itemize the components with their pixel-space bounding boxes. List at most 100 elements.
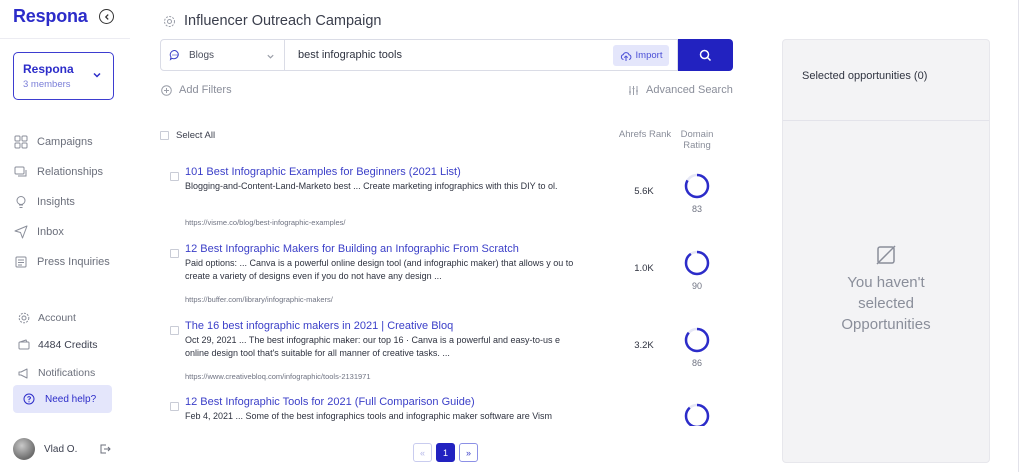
advanced-search-button[interactable]: Advanced Search: [628, 84, 733, 96]
result-snippet: Blogging-and-Content-Land-Marketo best .…: [185, 181, 558, 191]
main-nav: Campaigns Relationships Insights Inbox P…: [14, 127, 124, 277]
page-title: Influencer Outreach Campaign: [163, 13, 381, 29]
send-icon: [14, 225, 28, 239]
sidebar-item-insights[interactable]: Insights: [14, 187, 124, 217]
select-all[interactable]: Select All: [160, 130, 215, 141]
page-button-current[interactable]: 1: [436, 443, 455, 462]
bulb-icon: [16, 196, 26, 208]
column-header-domain-rating[interactable]: Domain Rating: [668, 129, 726, 151]
bottom-nav: Account 4484 Credits Notifications: [18, 304, 128, 387]
chat-icon: [14, 166, 27, 177]
result-url[interactable]: https://visme.co/blog/best-infographic-e…: [185, 218, 346, 227]
search-bar: Blogs best infographic tools Import: [160, 39, 733, 71]
collapse-sidebar-icon[interactable]: [99, 9, 114, 24]
megaphone-icon: [18, 368, 28, 379]
credits-link[interactable]: 4484 Credits: [18, 332, 128, 360]
need-help-button[interactable]: Need help?: [13, 385, 112, 413]
ring-progress: [684, 403, 710, 426]
result-row: 12 Best Infographic Tools for 2021 (Full…: [130, 396, 730, 426]
source-value: Blogs: [189, 49, 215, 61]
search-button[interactable]: [678, 39, 733, 71]
app-logo[interactable]: Respona: [13, 6, 88, 27]
result-row: 101 Best Infographic Examples for Beginn…: [130, 166, 730, 242]
domain-rating-ring: [684, 250, 710, 276]
sidebar-item-campaigns[interactable]: Campaigns: [14, 127, 124, 157]
chevron-down-icon: [93, 72, 101, 78]
help-icon: [23, 393, 35, 405]
pagination: « 1 »: [413, 443, 482, 462]
domain-rating-ring: [684, 173, 710, 199]
cloud-upload-icon: [620, 51, 631, 61]
sidebar-item-press-inquiries[interactable]: Press Inquiries: [14, 247, 124, 277]
advanced-search-label: Advanced Search: [646, 84, 733, 96]
import-label: Import: [635, 50, 663, 61]
gear-icon[interactable]: [163, 15, 176, 28]
prev-page-button[interactable]: «: [413, 443, 432, 462]
result-url[interactable]: https://www.creativebloq.com/infographic…: [185, 372, 371, 381]
wallet-icon: [18, 339, 30, 350]
ahrefs-rank-value: 1.0K: [634, 263, 654, 274]
sidebar-item-inbox[interactable]: Inbox: [14, 217, 124, 247]
domain-rating-value: 90: [691, 281, 702, 291]
help-label: Need help?: [45, 393, 97, 405]
ahrefs-rank-value: 3.2K: [634, 340, 654, 351]
result-checkbox[interactable]: [170, 326, 179, 335]
sidebar-item-label: Inbox: [37, 226, 64, 238]
no-selection-icon: [876, 245, 896, 265]
sidebar-item-label: Relationships: [37, 166, 104, 178]
empty-state: You haven't selected Opportunities: [783, 244, 989, 335]
selected-opportunities-title: Selected opportunities (0): [802, 70, 928, 82]
logout-icon[interactable]: [99, 443, 111, 455]
ring-progress: [684, 250, 710, 276]
result-snippet: Feb 4, 2021 ... Some of the best infogra…: [185, 411, 553, 421]
sidebar-item-label: Insights: [37, 196, 75, 208]
add-filters-label: Add Filters: [179, 84, 232, 96]
add-filters-button[interactable]: Add Filters: [161, 84, 232, 96]
result-checkbox[interactable]: [170, 172, 179, 181]
chat-bubble-icon: [169, 50, 179, 61]
domain-rating-value: 86: [691, 358, 702, 368]
domain-rating-ring: [684, 327, 710, 353]
column-header-ahrefs-rank[interactable]: Ahrefs Rank: [616, 129, 674, 141]
newspaper-icon: [15, 256, 27, 268]
sidebar-item-relationships[interactable]: Relationships: [14, 157, 124, 187]
grid-icon: [14, 135, 28, 149]
next-page-button[interactable]: »: [459, 443, 478, 462]
notifications-link[interactable]: Notifications: [18, 359, 128, 387]
notifications-label: Notifications: [38, 366, 96, 379]
campaign-title: Influencer Outreach Campaign: [184, 13, 382, 29]
source-select[interactable]: Blogs: [160, 39, 285, 71]
divider: [783, 120, 989, 121]
team-switcher[interactable]: Respona 3 members: [13, 52, 114, 100]
divider: [0, 38, 130, 39]
main-content: Influencer Outreach Campaign Blogs best …: [130, 0, 770, 472]
team-members: 3 members: [23, 79, 71, 90]
sidebar-item-label: Press Inquiries: [37, 256, 110, 268]
result-checkbox[interactable]: [170, 249, 179, 258]
sliders-icon: [629, 85, 638, 95]
domain-rating-ring: [684, 403, 710, 426]
account-label: Account: [38, 311, 76, 324]
account-link[interactable]: Account: [18, 304, 128, 332]
result-row: The 16 best infographic makers in 2021 |…: [130, 320, 730, 396]
result-title-link[interactable]: The 16 best infographic makers in 2021 |…: [185, 320, 453, 332]
plus-circle-icon: [161, 84, 172, 96]
avatar: [13, 438, 35, 460]
result-snippet: Oct 29, 2021 ... The best infographic ma…: [185, 335, 561, 358]
select-all-checkbox[interactable]: [160, 131, 169, 140]
search-input[interactable]: best infographic tools Import: [285, 39, 678, 71]
user-profile[interactable]: Vlad O.: [13, 437, 123, 461]
gear-icon: [18, 312, 30, 324]
result-snippet: Paid options: ... Canva is a powerful on…: [185, 258, 574, 281]
result-checkbox[interactable]: [170, 402, 179, 411]
result-title-link[interactable]: 101 Best Infographic Examples for Beginn…: [185, 166, 461, 178]
import-button[interactable]: Import: [613, 45, 669, 66]
credits-label: 4484 Credits: [38, 339, 98, 352]
result-url[interactable]: https://buffer.com/library/infographic-m…: [185, 295, 333, 304]
sidebar-item-label: Campaigns: [37, 136, 93, 148]
edge-divider: [1018, 0, 1019, 472]
user-name: Vlad O.: [44, 443, 78, 455]
result-title-link[interactable]: 12 Best Infographic Makers for Building …: [185, 243, 519, 255]
empty-state-text: You haven't selected Opportunities: [841, 274, 931, 333]
result-title-link[interactable]: 12 Best Infographic Tools for 2021 (Full…: [185, 396, 475, 408]
